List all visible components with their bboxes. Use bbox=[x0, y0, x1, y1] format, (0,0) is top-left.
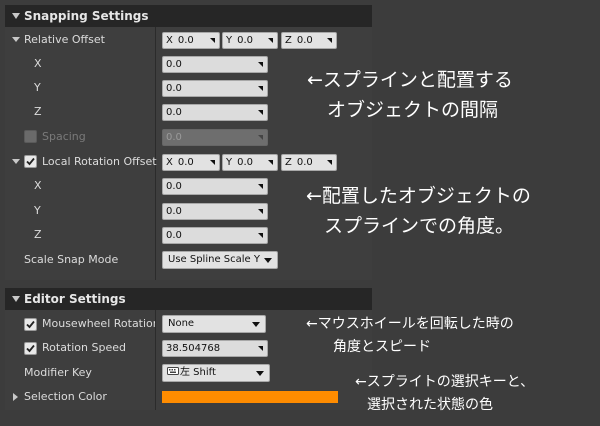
resize-corner-icon bbox=[258, 110, 263, 115]
spacing-input[interactable]: 0.0 bbox=[162, 129, 268, 146]
section-title: Editor Settings bbox=[24, 292, 126, 306]
rotation-y-label: Y bbox=[34, 204, 41, 217]
checkmark-icon bbox=[26, 320, 35, 329]
local-rotation-offset-label: Local Rotation Offset bbox=[42, 155, 157, 168]
rotation-speed-checkbox[interactable] bbox=[24, 342, 37, 355]
rotation-y-input[interactable]: 0.0 bbox=[162, 203, 268, 220]
checkmark-icon bbox=[26, 157, 35, 166]
relative-offset-y-field[interactable]: Y 0.0 bbox=[222, 32, 278, 49]
chevron-down-icon bbox=[252, 322, 260, 327]
rotation-offset-x-field[interactable]: X 0.0 bbox=[162, 154, 220, 171]
annotation-rotation-line2: スプラインでの角度。 bbox=[324, 215, 515, 237]
relative-z-label: Z bbox=[34, 105, 42, 118]
rotation-x-label: X bbox=[34, 179, 42, 192]
relative-offset-z-field[interactable]: Z 0.0 bbox=[281, 32, 337, 49]
resize-corner-icon bbox=[258, 233, 263, 238]
spacing-checkbox[interactable] bbox=[24, 130, 37, 143]
resize-corner-icon bbox=[268, 160, 273, 165]
expand-arrow-icon[interactable] bbox=[13, 393, 18, 401]
expand-arrow-icon[interactable] bbox=[12, 37, 20, 42]
resize-corner-icon bbox=[210, 38, 215, 43]
relative-x-input[interactable]: 0.0 bbox=[162, 56, 268, 73]
keyboard-icon bbox=[167, 367, 179, 375]
annotation-offset-line2: オブジェクトの間隔 bbox=[327, 99, 499, 121]
chevron-down-icon bbox=[256, 371, 264, 376]
annotation-offset-line1: ←スプラインと配置する bbox=[307, 69, 513, 91]
selection-color-label: Selection Color bbox=[24, 390, 107, 403]
relative-x-label: X bbox=[34, 57, 42, 70]
annotation-rotation-line1: ←配置したオブジェクトの bbox=[306, 185, 531, 207]
resize-corner-icon bbox=[327, 160, 332, 165]
mousewheel-rotation-label: Mousewheel Rotation A bbox=[42, 317, 155, 330]
rotation-z-input[interactable]: 0.0 bbox=[162, 227, 268, 244]
local-rotation-offset-checkbox[interactable] bbox=[24, 155, 37, 168]
resize-corner-icon bbox=[210, 160, 215, 165]
relative-y-label: Y bbox=[34, 81, 41, 94]
rotation-speed-input[interactable]: 38.504768 bbox=[162, 340, 268, 357]
annotation-selection-line1: ←スプライトの選択キーと、 bbox=[355, 374, 535, 390]
rotation-x-input[interactable]: 0.0 bbox=[162, 178, 268, 195]
resize-corner-icon bbox=[258, 346, 263, 351]
annotation-mousewheel-line2: 角度とスピード bbox=[333, 339, 431, 355]
rotation-offset-y-field[interactable]: Y 0.0 bbox=[222, 154, 278, 171]
relative-z-input[interactable]: 0.0 bbox=[162, 104, 268, 121]
scale-snap-mode-label: Scale Snap Mode bbox=[24, 253, 119, 266]
resize-corner-icon bbox=[268, 38, 273, 43]
chevron-down-icon bbox=[264, 258, 272, 263]
scale-snap-mode-dropdown[interactable]: Use Spline Scale Y bbox=[162, 251, 278, 269]
modifier-key-label: Modifier Key bbox=[24, 366, 92, 379]
mousewheel-rotation-dropdown[interactable]: None bbox=[162, 315, 266, 333]
relative-y-input[interactable]: 0.0 bbox=[162, 80, 268, 97]
collapse-arrow-icon[interactable] bbox=[12, 296, 20, 302]
modifier-key-dropdown[interactable]: 左 Shift bbox=[162, 364, 270, 382]
spacing-label: Spacing bbox=[42, 130, 86, 143]
editor-settings-header[interactable]: Editor Settings bbox=[5, 288, 372, 310]
section-title: Snapping Settings bbox=[24, 9, 149, 23]
expand-arrow-icon[interactable] bbox=[12, 159, 20, 164]
rotation-speed-label: Rotation Speed bbox=[42, 341, 126, 354]
resize-corner-icon bbox=[258, 184, 263, 189]
relative-offset-label: Relative Offset bbox=[24, 33, 105, 46]
checkmark-icon bbox=[26, 344, 35, 353]
mousewheel-rotation-checkbox[interactable] bbox=[24, 318, 37, 331]
resize-corner-icon bbox=[258, 86, 263, 91]
resize-corner-icon bbox=[258, 62, 263, 67]
resize-corner-icon bbox=[327, 38, 332, 43]
annotation-selection-line2: 選択された状態の色 bbox=[367, 397, 493, 413]
column-divider bbox=[155, 310, 156, 410]
rotation-offset-z-field[interactable]: Z 0.0 bbox=[281, 154, 337, 171]
collapse-arrow-icon[interactable] bbox=[12, 13, 20, 19]
relative-offset-x-field[interactable]: X 0.0 bbox=[162, 32, 220, 49]
annotation-mousewheel-line1: ←マウスホイールを回転した時の bbox=[306, 316, 514, 332]
resize-corner-icon bbox=[258, 209, 263, 214]
snapping-settings-header[interactable]: Snapping Settings bbox=[5, 5, 372, 27]
rotation-z-label: Z bbox=[34, 228, 42, 241]
resize-corner-icon bbox=[258, 135, 263, 140]
selection-color-swatch[interactable] bbox=[162, 391, 338, 403]
